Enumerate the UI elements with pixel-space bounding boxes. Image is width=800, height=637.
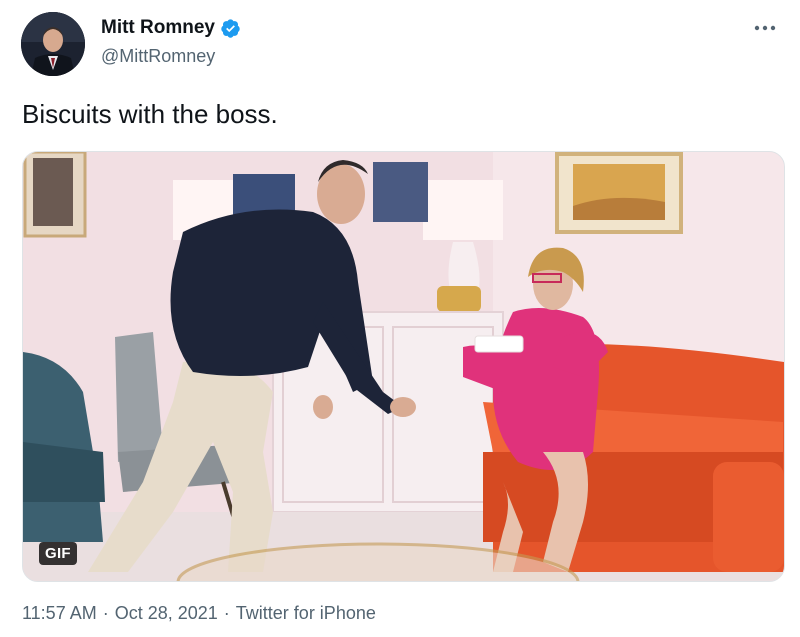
gif-frame-image [23,152,784,581]
more-options-button[interactable] [750,18,780,38]
tweet-metadata: 11:57 AM · Oct 28, 2021 · Twitter for iP… [22,603,376,624]
tweet-card: Mitt Romney @MittRomney Biscuits with th… [0,0,800,637]
tweet-source[interactable]: Twitter for iPhone [236,603,376,624]
tweet-text: Biscuits with the boss. [22,99,278,129]
tweet-date[interactable]: Oct 28, 2021 [115,603,218,624]
tweet-media-gif[interactable]: GIF [22,151,785,582]
author-name-row: Mitt Romney [101,17,241,39]
tweet-time[interactable]: 11:57 AM [22,603,97,624]
more-horizontal-icon [754,25,776,31]
verified-badge-icon [220,18,241,39]
avatar-image [21,12,85,76]
author-handle[interactable]: @MittRomney [101,46,215,67]
avatar[interactable] [21,12,85,76]
meta-separator: · [223,603,230,623]
gif-badge: GIF [39,542,77,565]
meta-separator: · [102,603,109,623]
author-display-name[interactable]: Mitt Romney [101,17,215,39]
